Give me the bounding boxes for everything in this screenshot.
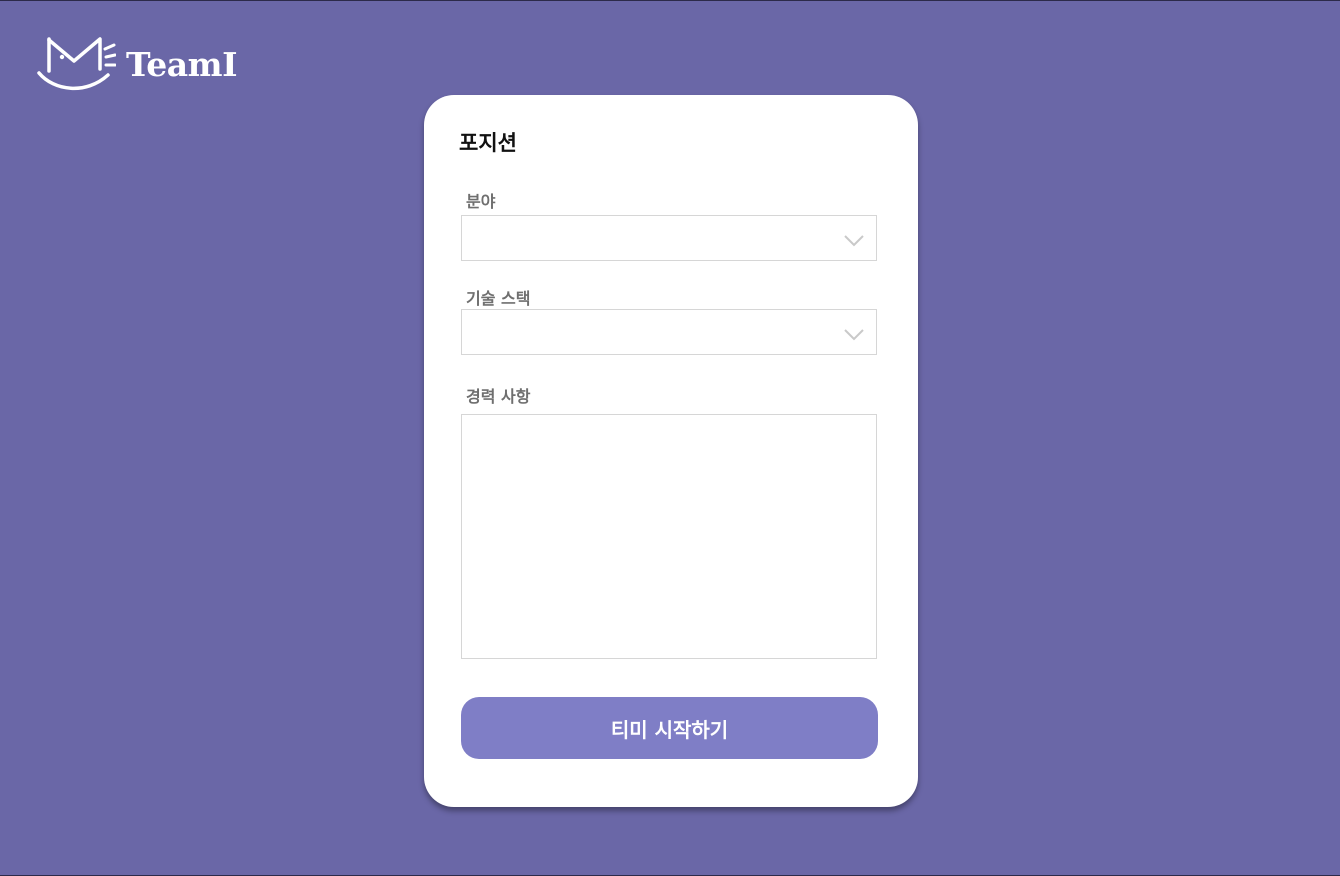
tech-stack-label: 기술 스택 [466,289,531,308]
brand-name: TeamI [126,44,238,84]
form-title: 포지션 [459,131,517,155]
field-label: 분야 [466,192,496,211]
cat-face-icon [36,35,116,91]
field-select[interactable] [461,215,877,261]
career-label: 경력 사항 [466,387,531,406]
position-form-card: 포지션 분야 기술 스택 경력 사항 티미 시작하기 [424,95,918,807]
tech-stack-select[interactable] [461,309,877,355]
chevron-down-icon[interactable] [844,326,864,345]
brand-logo[interactable]: TeamI [36,35,238,91]
chevron-down-icon[interactable] [844,232,864,251]
career-textarea[interactable] [461,414,877,659]
start-teami-button[interactable]: 티미 시작하기 [461,697,878,759]
